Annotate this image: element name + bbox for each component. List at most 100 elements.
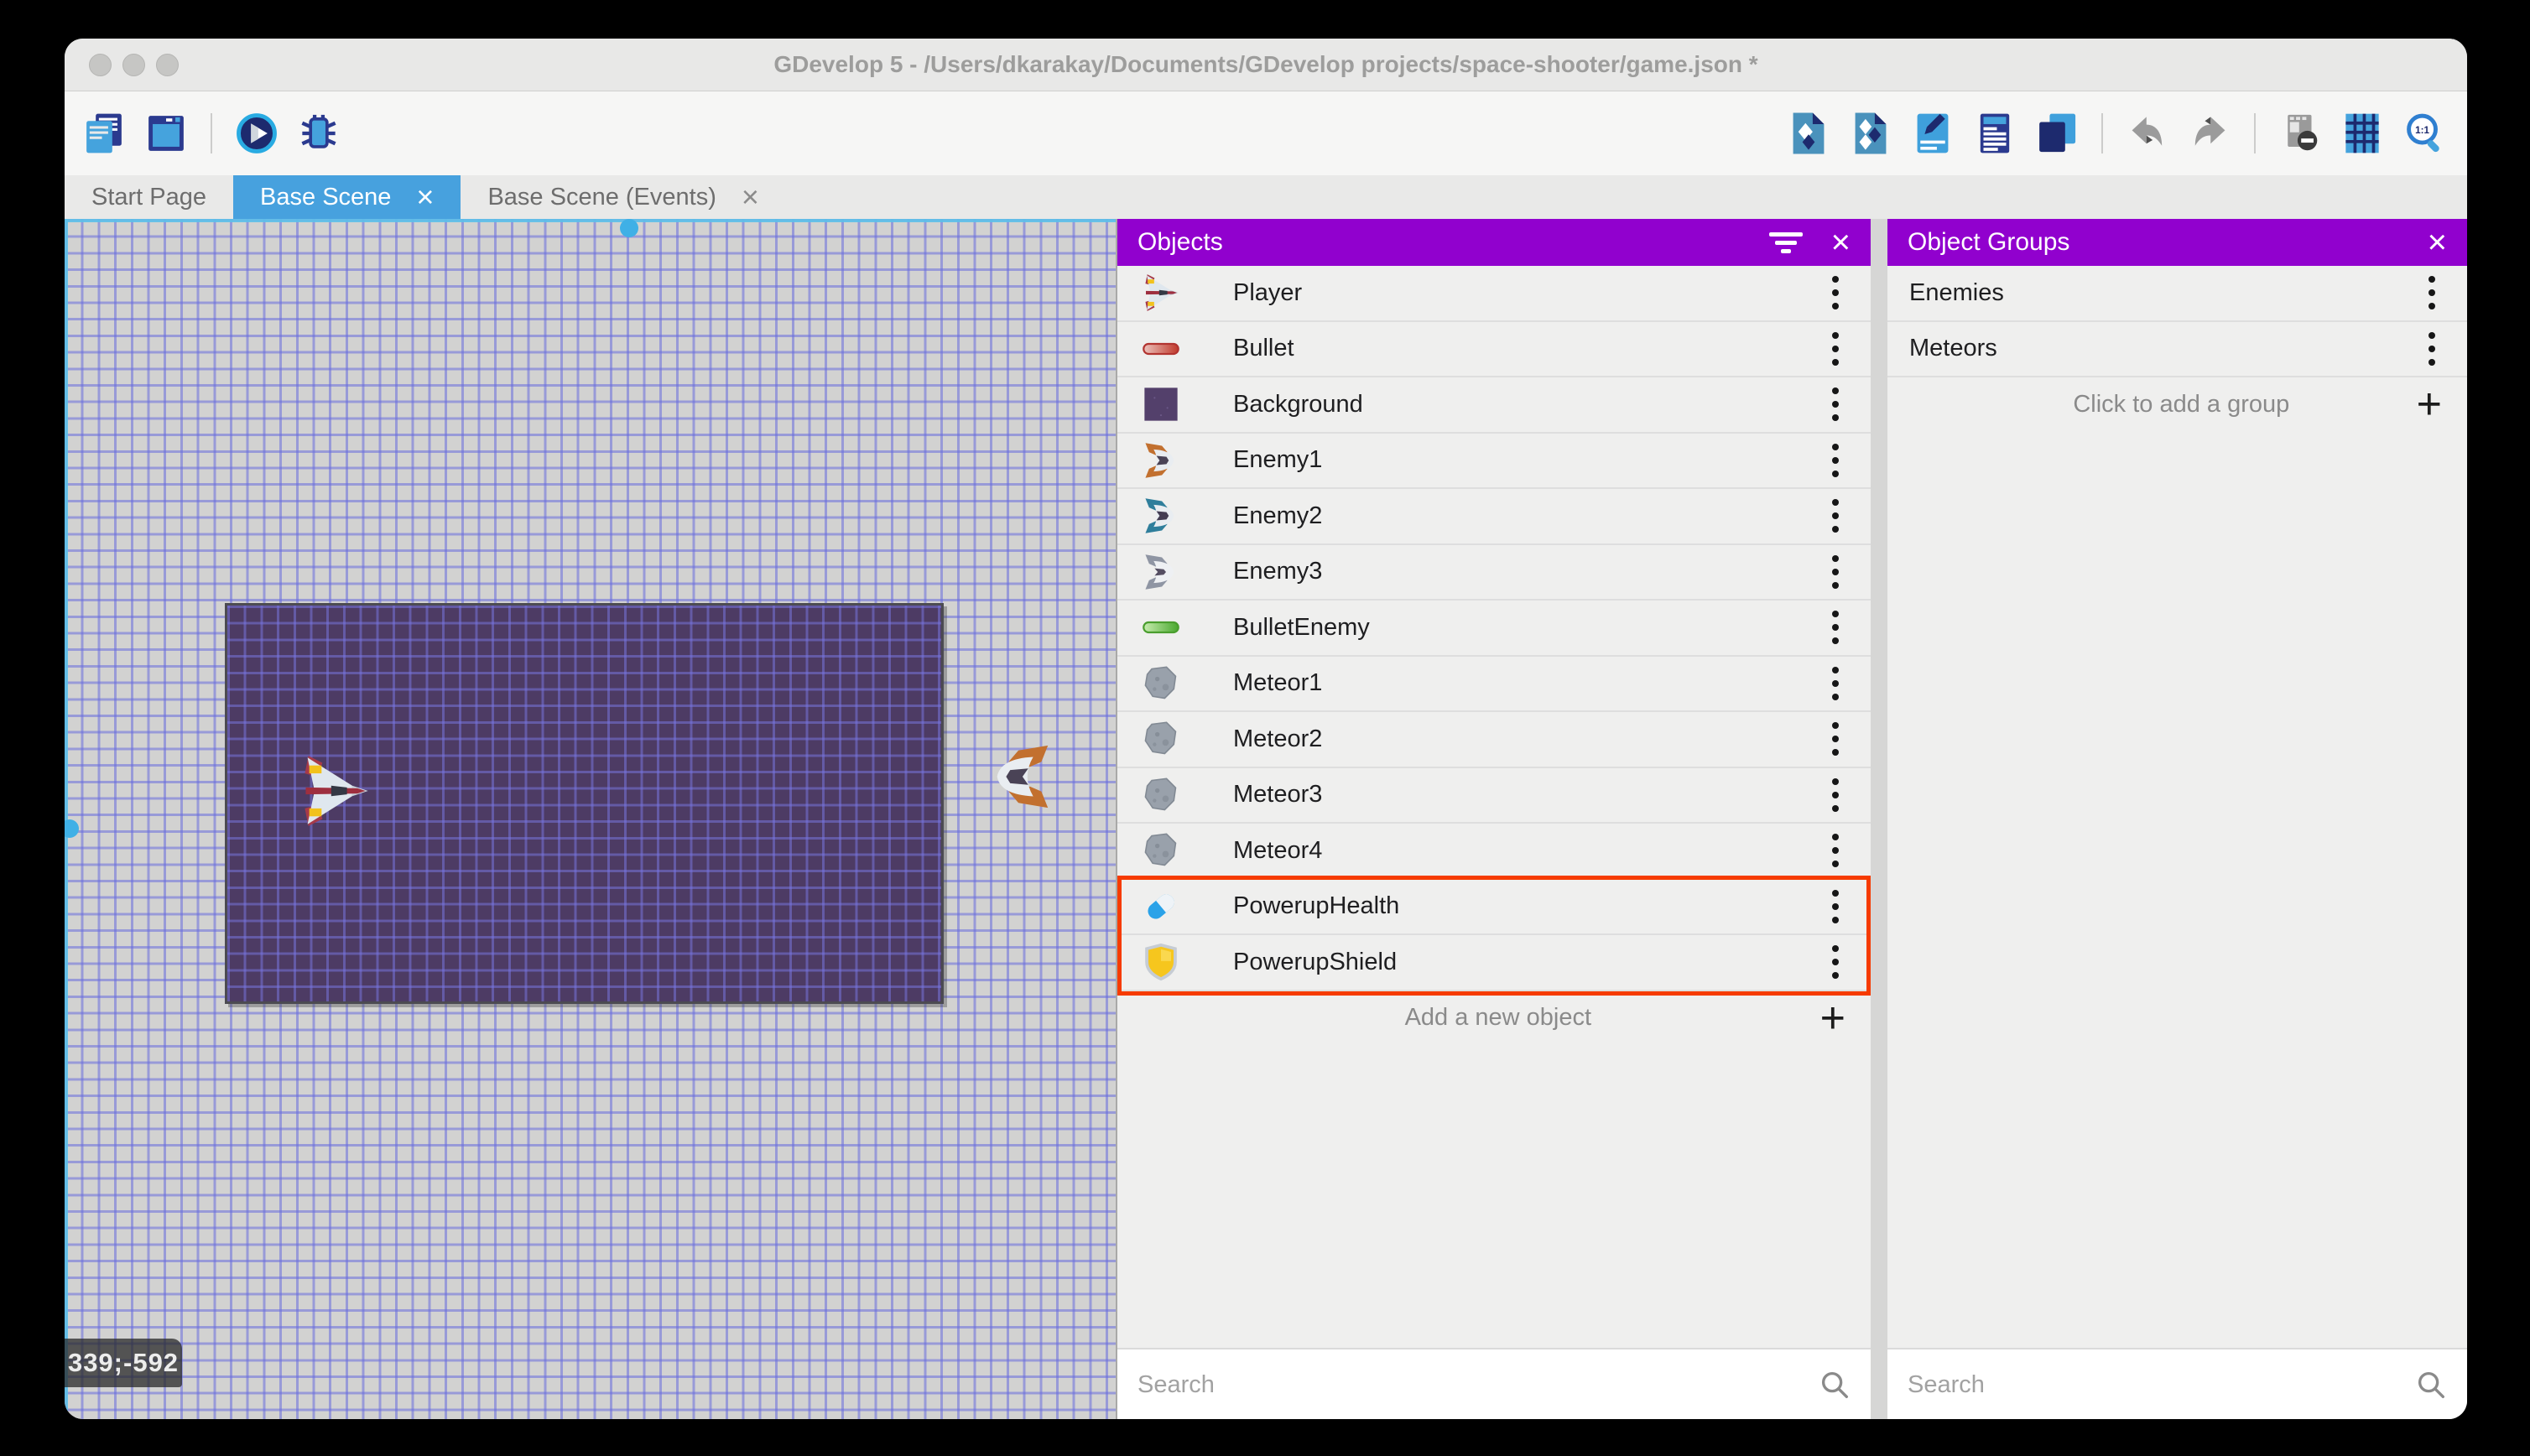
kebab-menu-icon[interactable]: [1815, 937, 1871, 987]
ship-gray-icon: [1141, 552, 1181, 592]
object-label: Meteor2: [1233, 725, 1323, 752]
tab-close-icon[interactable]: ×: [416, 182, 434, 212]
player-ship-instance[interactable]: [296, 751, 373, 831]
object-row-bulletenemy[interactable]: BulletEnemy: [1117, 601, 1871, 657]
object-groups-panel-icon[interactable]: [1845, 107, 1897, 159]
objects-panel: Objects × Player Bullet Background Enemy1 En…: [1117, 219, 1871, 1419]
plus-icon[interactable]: +: [2417, 382, 2467, 426]
close-window-button[interactable]: [89, 53, 112, 76]
play-preview-icon[interactable]: [231, 107, 283, 159]
group-row-enemies[interactable]: Enemies: [1887, 266, 2467, 322]
objects-list: Player Bullet Background Enemy1 Enemy2 Enemy3…: [1117, 266, 1871, 996]
kebab-menu-icon[interactable]: [1815, 324, 1871, 374]
object-row-powerupshield[interactable]: PowerupShield: [1117, 935, 1871, 991]
group-label: Meteors: [1909, 335, 1997, 362]
add-object-row[interactable]: Add a new object +: [1117, 991, 1871, 1045]
project-manager-icon[interactable]: [78, 107, 130, 159]
kebab-menu-icon[interactable]: [1815, 658, 1871, 709]
object-groups-panel: Object Groups × Enemies Meteors Click to …: [1887, 219, 2467, 1419]
close-icon[interactable]: ×: [1831, 226, 1851, 259]
group-label: Enemies: [1909, 278, 2004, 306]
bullet-green-icon: [1141, 607, 1181, 647]
groups-search-bar: [1887, 1348, 2467, 1419]
panel-divider: [1871, 219, 1887, 1419]
plus-icon[interactable]: +: [1820, 996, 1871, 1040]
filter-icon[interactable]: [1768, 231, 1803, 253]
groups-panel-filler: [1887, 431, 2467, 1348]
cursor-coordinates-badge: 339;-592: [65, 1339, 182, 1387]
object-label: Bullet: [1233, 335, 1294, 362]
object-row-enemy1[interactable]: Enemy1: [1117, 434, 1871, 489]
kebab-menu-icon[interactable]: [1815, 435, 1871, 486]
kebab-menu-icon[interactable]: [1815, 714, 1871, 764]
scene-canvas[interactable]: 339;-592: [65, 219, 1117, 1419]
object-row-background[interactable]: Background: [1117, 377, 1871, 434]
scene-border-handle-left[interactable]: [65, 819, 79, 838]
window-mask-icon[interactable]: [2274, 107, 2326, 159]
add-group-label[interactable]: Click to add a group: [1887, 391, 2417, 419]
preview-window-icon[interactable]: [140, 107, 192, 159]
kebab-menu-icon[interactable]: [2412, 268, 2467, 318]
instances-list-icon[interactable]: [1969, 107, 2021, 159]
objects-search-input[interactable]: [1117, 1370, 1817, 1400]
kebab-menu-icon[interactable]: [1815, 547, 1871, 597]
object-row-poweruphealth[interactable]: PowerupHealth: [1117, 880, 1871, 935]
kebab-menu-icon[interactable]: [1815, 825, 1871, 876]
object-label: Meteor3: [1233, 781, 1323, 809]
enemy-ship-instance[interactable]: [981, 741, 1059, 813]
search-icon: [1817, 1367, 1852, 1402]
tab-close-icon[interactable]: ×: [742, 182, 759, 212]
grid-icon[interactable]: [2336, 107, 2388, 159]
object-row-meteor2[interactable]: Meteor2: [1117, 712, 1871, 768]
ship-orange-icon: [1141, 440, 1181, 481]
object-row-bullet[interactable]: Bullet: [1117, 322, 1871, 377]
toolbar-right-group: [1783, 107, 2467, 159]
object-label: Enemy3: [1233, 558, 1323, 585]
groups-search-input[interactable]: [1887, 1370, 2413, 1400]
add-object-label[interactable]: Add a new object: [1117, 1004, 1820, 1032]
tab-base-scene[interactable]: Base Scene ×: [233, 175, 461, 219]
object-row-meteor3[interactable]: Meteor3: [1117, 768, 1871, 824]
object-groups-list: Enemies Meteors: [1887, 266, 2467, 377]
scene-window-border-top: [65, 219, 1116, 222]
object-row-enemy2[interactable]: Enemy2: [1117, 489, 1871, 545]
scene-border-handle-top[interactable]: [620, 219, 638, 237]
meteor-icon: [1141, 719, 1181, 759]
debug-icon[interactable]: [293, 107, 345, 159]
toolbar-separator: [2101, 113, 2103, 153]
search-icon: [2413, 1367, 2449, 1402]
kebab-menu-icon[interactable]: [1815, 770, 1871, 820]
kebab-menu-icon[interactable]: [1815, 491, 1871, 541]
tab-base-scene-events-[interactable]: Base Scene (Events) ×: [461, 175, 785, 219]
kebab-menu-icon[interactable]: [1815, 602, 1871, 653]
object-row-meteor4[interactable]: Meteor4: [1117, 824, 1871, 880]
object-groups-panel-header: Object Groups ×: [1887, 219, 2467, 266]
group-row-meteors[interactable]: Meteors: [1887, 322, 2467, 377]
close-icon[interactable]: ×: [2428, 226, 2447, 259]
kebab-menu-icon[interactable]: [1815, 881, 1871, 932]
kebab-menu-icon[interactable]: [1815, 379, 1871, 429]
object-row-meteor1[interactable]: Meteor1: [1117, 657, 1871, 712]
kebab-menu-icon[interactable]: [2412, 324, 2467, 374]
shield-icon: [1141, 942, 1181, 982]
object-row-player[interactable]: Player: [1117, 266, 1871, 322]
object-row-enemy3[interactable]: Enemy3: [1117, 545, 1871, 601]
redo-icon[interactable]: [2184, 107, 2236, 159]
minimize-window-button[interactable]: [122, 53, 145, 76]
kebab-menu-icon[interactable]: [1815, 268, 1871, 318]
main-toolbar: [65, 91, 2467, 175]
zoom-original-icon[interactable]: [2398, 107, 2450, 159]
undo-icon[interactable]: [2121, 107, 2173, 159]
objects-panel-header: Objects ×: [1117, 219, 1871, 266]
layers-panel-icon[interactable]: [2031, 107, 2083, 159]
zoom-window-button[interactable]: [156, 53, 179, 76]
properties-panel-icon[interactable]: [1907, 107, 1959, 159]
object-label: BulletEnemy: [1233, 613, 1370, 641]
tab-start-page[interactable]: Start Page: [65, 175, 233, 219]
add-group-row[interactable]: Click to add a group +: [1887, 377, 2467, 431]
object-label: Meteor4: [1233, 836, 1323, 864]
background-square-icon: [1141, 384, 1181, 424]
main-content: 339;-592 Objects × Player Bullet Backgroun…: [65, 219, 2467, 1419]
object-label: Enemy2: [1233, 502, 1323, 529]
objects-panel-icon[interactable]: [1783, 107, 1835, 159]
